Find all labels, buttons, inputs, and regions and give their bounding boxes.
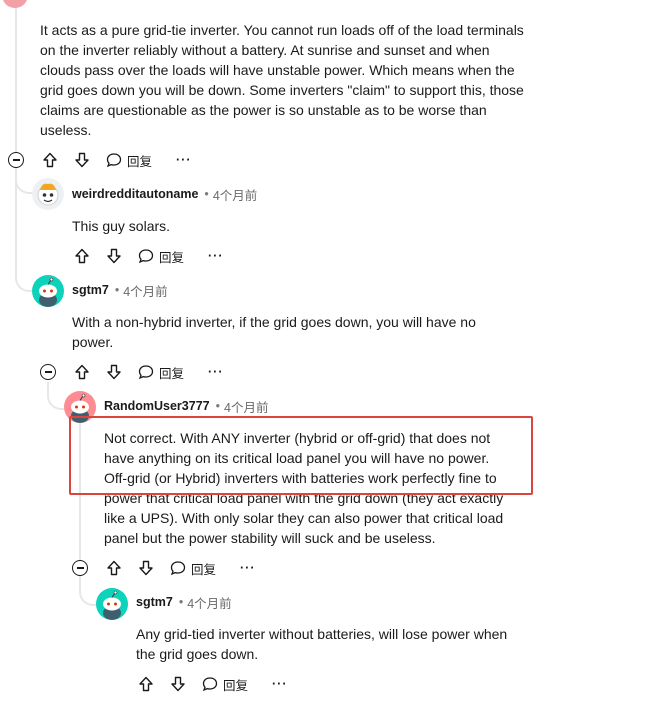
comment-icon [202,677,218,692]
reply-button[interactable]: 回复 [170,559,216,578]
thread-connector [15,270,33,292]
thread-connector [47,382,65,410]
more-options-button[interactable]: ··· [208,249,224,263]
separator-dot: • [178,595,184,609]
reply-button[interactable]: 回复 [106,151,152,170]
downvote-icon[interactable] [104,364,124,380]
thread-line[interactable] [15,0,17,160]
thread-line[interactable] [15,176,17,278]
separator-dot: • [215,399,220,413]
reply-label: 回复 [191,562,217,577]
thread-connector [15,166,33,194]
more-options-button[interactable]: ··· [272,677,288,691]
thread-connector [79,578,97,606]
separator-dot: • [114,283,120,297]
highlight-box [69,416,533,495]
comment-icon [106,153,122,168]
avatar[interactable] [96,588,128,620]
comment-actions: 回复 ··· [136,672,288,696]
timestamp[interactable]: 4个月前 [123,281,167,300]
collapse-button[interactable] [8,152,24,168]
timestamp[interactable]: 4个月前 [213,185,257,204]
comment-meta: sgtm7 • 4个月前 [136,592,232,612]
author-name[interactable]: sgtm7 [72,283,109,297]
downvote-icon[interactable] [136,560,156,576]
more-options-button[interactable]: ··· [208,365,224,379]
collapse-button[interactable] [72,560,88,576]
avatar[interactable] [32,178,64,210]
avatar[interactable] [2,0,28,8]
comment-actions: 回复 ··· [72,360,224,384]
collapse-button[interactable] [40,364,56,380]
more-options-button[interactable]: ··· [240,561,256,575]
reply-label: 回复 [159,366,185,381]
downvote-icon[interactable] [72,152,92,168]
comment-body: Any grid-tied inverter without batteries… [136,626,508,662]
comment-meta: RandomUser3777 • 4个月前 [104,396,268,416]
reply-button[interactable]: 回复 [138,363,184,382]
author-name[interactable]: weirdredditautoname [72,187,198,201]
comment-actions: 回复 ··· [104,556,256,580]
separator-dot: • [204,187,209,201]
upvote-icon[interactable] [72,248,92,264]
author-name[interactable]: RandomUser3777 [104,399,210,413]
comment-icon [170,561,186,576]
comment-meta: sgtm7 • 4个月前 [72,280,168,300]
comment-actions: 回复 ··· [72,244,224,268]
reply-label: 回复 [159,250,185,265]
more-options-button[interactable]: ··· [176,153,192,167]
comment-icon [138,365,154,380]
upvote-icon[interactable] [136,676,156,692]
reply-button[interactable]: 回复 [202,675,248,694]
upvote-icon[interactable] [104,560,124,576]
comment-body: This guy solars. [72,218,171,234]
timestamp[interactable]: 4个月前 [224,397,268,416]
comment-body: It acts as a pure grid-tie inverter. You… [40,22,524,138]
comment-actions: 回复 ··· [40,148,192,172]
comment-meta: weirdredditautoname • 4个月前 [72,184,257,204]
downvote-icon[interactable] [168,676,188,692]
comment-icon [138,249,154,264]
upvote-icon[interactable] [72,364,92,380]
downvote-icon[interactable] [104,248,124,264]
reply-label: 回复 [127,154,153,169]
author-name[interactable]: sgtm7 [136,595,173,609]
reply-button[interactable]: 回复 [138,247,184,266]
timestamp[interactable]: 4个月前 [187,593,231,612]
reply-label: 回复 [223,678,249,693]
comment-body: With a non-hybrid inverter, if the grid … [72,314,476,350]
upvote-icon[interactable] [40,152,60,168]
avatar[interactable] [32,275,64,307]
